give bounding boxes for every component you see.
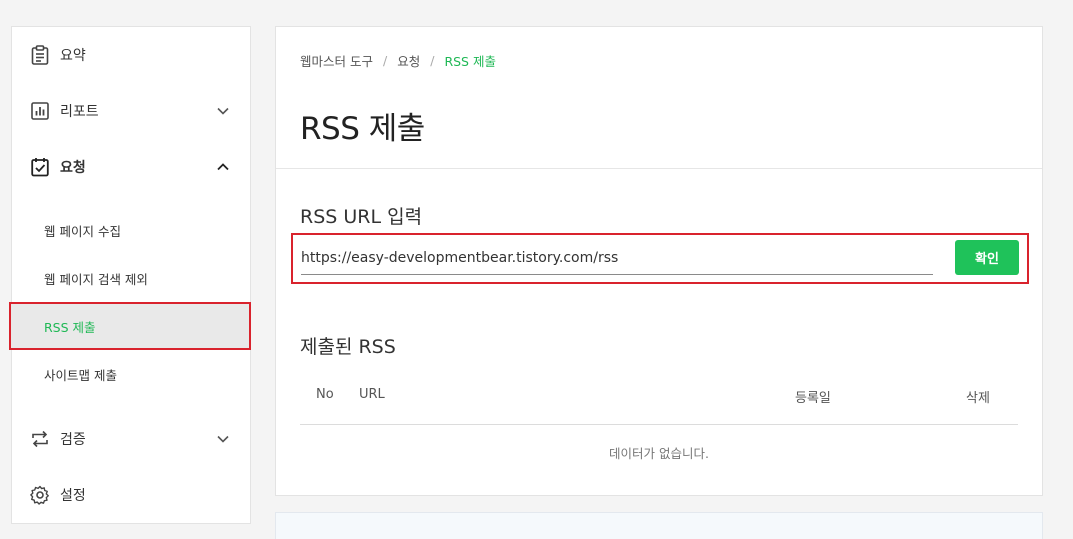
breadcrumb: 웹마스터 도구 / 요청 / RSS 제출 [300, 51, 496, 70]
rss-input-group: 확인 [291, 233, 1029, 284]
breadcrumb-separator: / [382, 53, 388, 68]
sidebar-item-report[interactable]: 리포트 [12, 83, 250, 139]
sidebar-item-verify[interactable]: 검증 [12, 411, 250, 467]
sidebar-subitem-rss-submit[interactable]: RSS 제출 [9, 302, 251, 350]
breadcrumb-item-current: RSS 제출 [444, 54, 496, 69]
sidebar-subitem-sitemap-submit[interactable]: 사이트맵 제출 [12, 351, 250, 397]
gear-icon [30, 485, 50, 505]
repeat-icon [30, 429, 50, 449]
chevron-up-icon [216, 160, 230, 174]
sidebar-item-request[interactable]: 요청 [12, 139, 250, 195]
sidebar-item-summary[interactable]: 요약 [12, 27, 250, 83]
breadcrumb-item-request[interactable]: 요청 [397, 51, 420, 70]
sidebar-item-label: 요약 [60, 48, 86, 64]
sidebar-item-label: 검증 [60, 432, 86, 448]
empty-message: 데이터가 없습니다. [609, 446, 709, 461]
rss-url-input[interactable] [301, 241, 933, 275]
column-header-no: No [316, 387, 334, 402]
confirm-button[interactable]: 확인 [955, 240, 1019, 275]
column-header-delete: 삭제 [966, 391, 990, 406]
sidebar-item-label: 요청 [60, 160, 86, 176]
chevron-down-icon [216, 432, 230, 446]
sidebar-subitem-web-page-collect[interactable]: 웹 페이지 수집 [12, 207, 250, 253]
chart-icon [30, 101, 50, 121]
column-header-date: 등록일 [795, 391, 831, 406]
sidebar-item-settings[interactable]: 설정 [12, 467, 250, 523]
sidebar-item-label: 리포트 [60, 104, 99, 120]
rss-url-label: RSS URL 입력 [300, 206, 423, 228]
sidebar-subitem-web-page-exclude[interactable]: 웹 페이지 검색 제외 [12, 255, 250, 301]
clipboard-icon [30, 45, 50, 65]
column-header-url: URL [359, 387, 385, 402]
main-panel: 웹마스터 도구 / 요청 / RSS 제출 RSS 제출 RSS URL 입력 … [275, 26, 1043, 496]
info-card [275, 512, 1043, 539]
divider [276, 168, 1042, 169]
chevron-down-icon [216, 104, 230, 118]
submitted-rss-title: 제출된 RSS [300, 336, 396, 358]
breadcrumb-item-webmaster[interactable]: 웹마스터 도구 [300, 51, 373, 70]
sidebar-item-label: 설정 [60, 488, 86, 504]
breadcrumb-separator: / [430, 53, 435, 68]
table-divider [300, 424, 1018, 425]
sidebar: 요약 리포트 요청 웹 페이지 수집 웹 페이지 검색 제외 RSS 제출 사이… [9, 26, 251, 524]
calendar-check-icon [30, 157, 50, 177]
page-title: RSS 제출 [300, 111, 425, 147]
